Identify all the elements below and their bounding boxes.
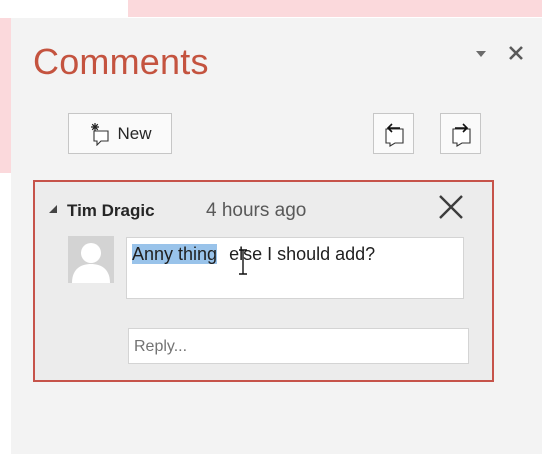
next-comment-icon	[451, 122, 471, 147]
comment-text-field[interactable]: Anny thing else I should add?	[126, 237, 464, 299]
selected-text: Anny thing	[132, 244, 218, 264]
delete-comment-icon[interactable]	[437, 195, 465, 219]
close-icon[interactable]	[506, 43, 526, 63]
slide-background-top	[128, 0, 542, 17]
comment-author: Tim Dragic	[67, 201, 155, 220]
new-comment-button[interactable]: New	[68, 113, 172, 154]
reply-input[interactable]: Reply...	[128, 328, 469, 364]
comment-timestamp: 4 hours ago	[206, 200, 307, 221]
previous-comment-icon	[384, 122, 404, 147]
previous-comment-button[interactable]	[373, 113, 414, 154]
collapse-triangle-icon[interactable]	[48, 204, 58, 214]
new-comment-icon	[91, 122, 110, 146]
comment-text-rest: else I should add?	[229, 244, 376, 264]
pane-title: Comments	[33, 41, 209, 82]
next-comment-button[interactable]	[440, 113, 481, 154]
slide-background-edge	[0, 18, 11, 173]
user-avatar-icon	[68, 236, 114, 283]
triangle-down-icon[interactable]	[474, 47, 488, 61]
text-cursor-icon	[239, 249, 247, 275]
new-button-label: New	[117, 123, 152, 143]
